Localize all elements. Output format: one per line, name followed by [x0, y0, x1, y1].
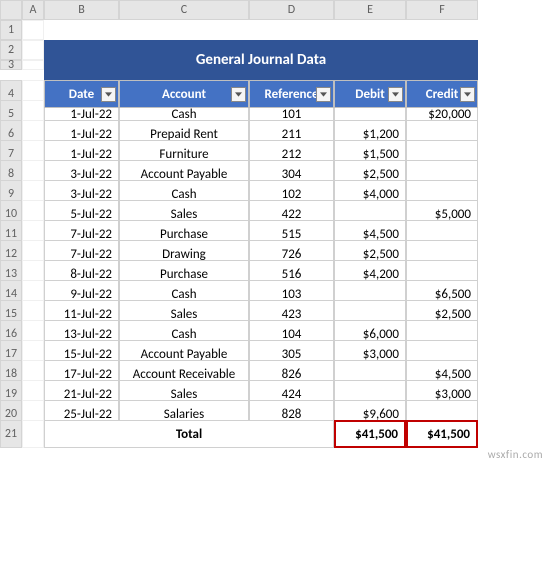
total-label[interactable]: Total	[44, 420, 334, 448]
filter-icon[interactable]	[101, 87, 116, 102]
th-credit-label: Credit	[426, 87, 459, 102]
total-debit[interactable]: $41,500	[334, 420, 406, 448]
filter-icon[interactable]	[388, 87, 403, 102]
total-credit[interactable]: $41,500	[406, 420, 478, 448]
th-debit-label: Debit	[355, 87, 384, 102]
th-account[interactable]: Account	[119, 80, 249, 108]
filter-icon[interactable]	[460, 87, 475, 102]
filter-icon[interactable]	[316, 87, 331, 102]
col-header-F[interactable]: F	[406, 0, 478, 20]
col-header-A[interactable]: A	[22, 0, 44, 20]
watermark: wsxfin.com	[488, 448, 543, 461]
th-date[interactable]: Date	[44, 80, 119, 108]
th-reference-label: Reference	[265, 87, 319, 102]
cell-A2[interactable]	[22, 40, 44, 60]
cell-A21[interactable]	[22, 420, 44, 448]
th-credit[interactable]: Credit	[406, 80, 478, 108]
col-header-C[interactable]: C	[119, 0, 249, 20]
filter-icon[interactable]	[231, 87, 246, 102]
th-account-label: Account	[162, 87, 206, 102]
row-header-2[interactable]: 2	[0, 40, 22, 60]
select-all-corner[interactable]	[0, 0, 22, 20]
col-header-B[interactable]: B	[44, 0, 119, 20]
th-debit[interactable]: Debit	[334, 80, 406, 108]
col-header-E[interactable]: E	[334, 0, 406, 20]
cell-A3[interactable]	[22, 60, 44, 70]
col-header-D[interactable]: D	[249, 0, 334, 20]
th-date-label: Date	[69, 87, 94, 102]
cell-A1[interactable]	[22, 20, 44, 40]
blank-row-1	[44, 20, 478, 40]
page-title: General Journal Data	[44, 40, 478, 80]
row-header-1[interactable]: 1	[0, 20, 22, 40]
th-reference[interactable]: Reference	[249, 80, 334, 108]
spreadsheet-grid: A B C D E F 1 2 General Journal Data 3 4…	[0, 0, 549, 440]
row-header-21[interactable]: 21	[0, 420, 22, 448]
row-header-3[interactable]: 3	[0, 60, 22, 70]
